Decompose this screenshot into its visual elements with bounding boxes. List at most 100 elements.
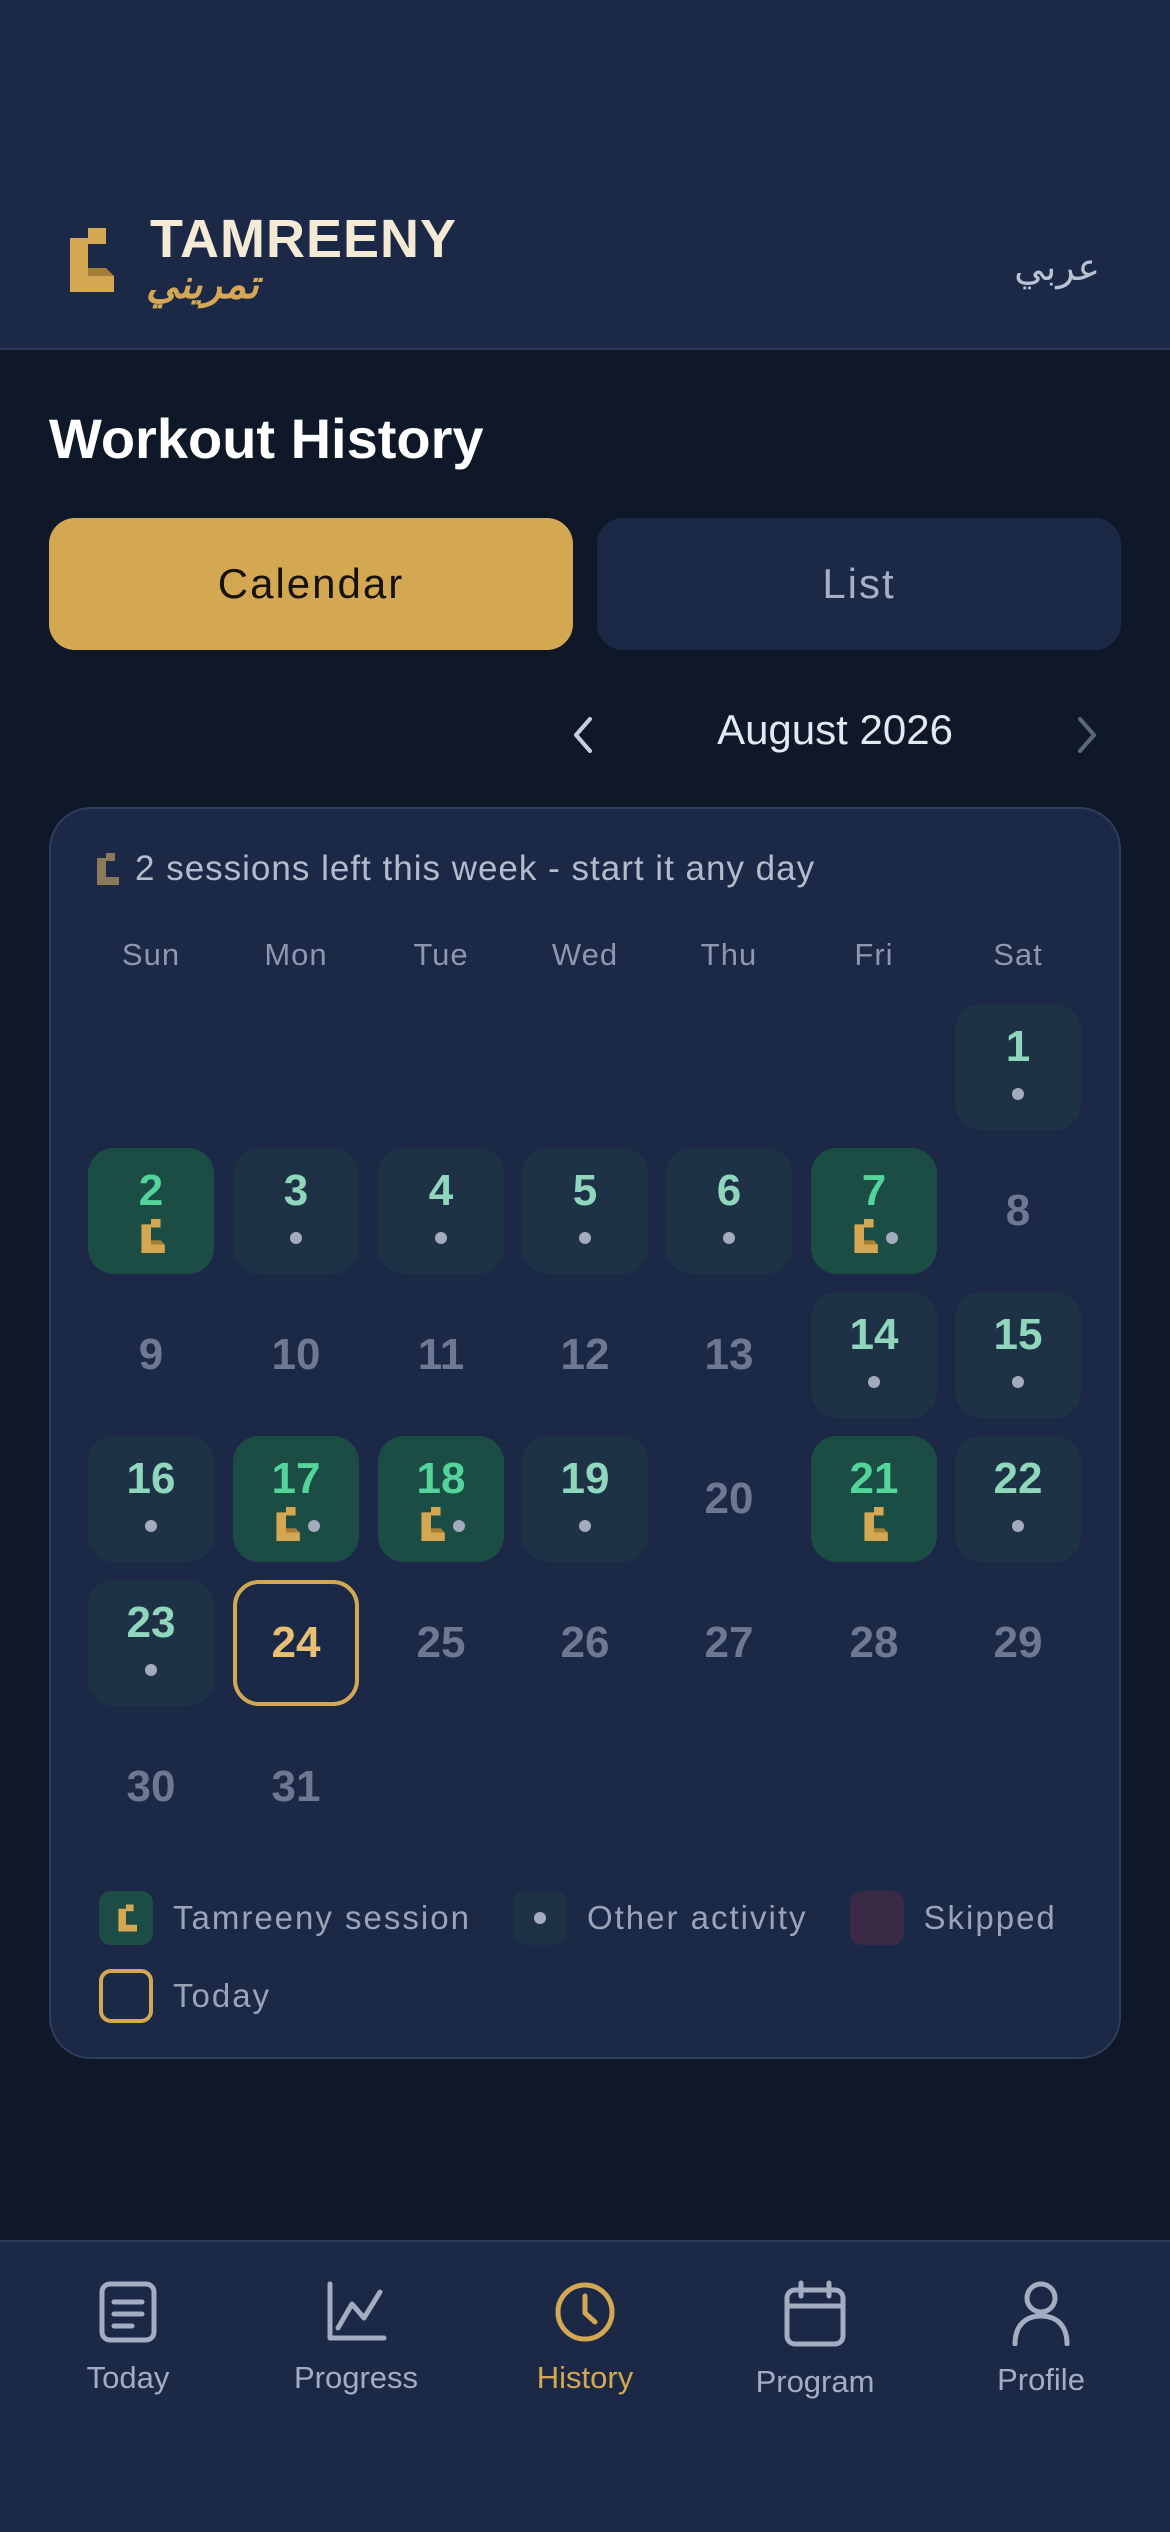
legend-tamreeny-swatch (99, 1891, 153, 1945)
calendar-day[interactable]: 22 (955, 1436, 1081, 1562)
day-number: 10 (271, 1330, 321, 1379)
day-markers (860, 1506, 888, 1541)
calendar-day[interactable]: 16 (88, 1436, 214, 1562)
calendar-day[interactable]: 6 (666, 1148, 792, 1274)
day-number: 23 (126, 1598, 176, 1647)
nav-today[interactable]: Today (28, 2280, 228, 2396)
day-number: 2 (138, 1166, 164, 1215)
calendar-day[interactable]: 4 (378, 1148, 504, 1274)
chevron-left-icon (574, 717, 592, 753)
calendar-day[interactable]: 15 (955, 1292, 1081, 1418)
day-number: 18 (416, 1454, 466, 1503)
day-markers (417, 1506, 465, 1541)
activity-dot (435, 1232, 447, 1244)
day-number: 27 (704, 1618, 754, 1667)
nav-progress[interactable]: Progress (256, 2280, 456, 2396)
weekday-label: Wed (551, 937, 619, 972)
activity-dot (1012, 1088, 1024, 1100)
day-markers (868, 1367, 880, 1397)
calendar-day[interactable]: 28 (811, 1580, 937, 1706)
calendar-day[interactable]: 29 (955, 1580, 1081, 1706)
nav-program[interactable]: Program (715, 2280, 915, 2400)
activity-dot (533, 1912, 546, 1924)
day-markers (1012, 1079, 1024, 1109)
nav-progress-label: Progress (293, 2360, 419, 2395)
language-toggle[interactable]: عربي (1014, 245, 1100, 290)
day-number: 22 (993, 1454, 1043, 1503)
day-number: 5 (572, 1166, 598, 1215)
day-number: 3 (283, 1166, 309, 1215)
day-number: 31 (271, 1762, 321, 1811)
day-number: 19 (560, 1454, 610, 1503)
previous-month-button[interactable] (560, 708, 604, 762)
legend-other-swatch (512, 1891, 567, 1945)
day-markers (579, 1223, 591, 1253)
day-number: 7 (861, 1166, 887, 1215)
calendar-day[interactable]: 18 (378, 1436, 504, 1562)
legend-today-swatch (99, 1969, 153, 2023)
day-number: 17 (271, 1454, 321, 1503)
day-number: 24 (271, 1618, 321, 1667)
activity-dot (308, 1520, 320, 1532)
sessions-note-text: 2 sessions left this week - start it any… (135, 849, 816, 888)
tamreeny-logo-icon (97, 853, 119, 885)
calendar-day[interactable]: 31 (233, 1724, 359, 1850)
nav-today-label: Today (86, 2360, 170, 2395)
calendar-day-today[interactable]: 24 (233, 1580, 359, 1706)
day-number: 16 (126, 1454, 176, 1503)
tamreeny-logo-icon (118, 1904, 137, 1932)
calendar-day[interactable]: 25 (378, 1580, 504, 1706)
calendar-day[interactable]: 5 (522, 1148, 648, 1274)
calendar-day[interactable]: 10 (233, 1292, 359, 1418)
calendar-day[interactable]: 11 (378, 1292, 504, 1418)
calendar-day[interactable]: 3 (233, 1148, 359, 1274)
day-number: 12 (560, 1330, 610, 1379)
calendar-day[interactable]: 21 (811, 1436, 937, 1562)
calendar-day[interactable]: 27 (666, 1580, 792, 1706)
calendar-day[interactable]: 20 (666, 1436, 792, 1562)
activity-dot (290, 1232, 302, 1244)
calendar-day[interactable]: 9 (88, 1292, 214, 1418)
legend-today-label: Today (173, 1977, 272, 2014)
tab-list[interactable]: List (597, 518, 1121, 650)
calendar-day[interactable]: 17 (233, 1436, 359, 1562)
day-number: 15 (993, 1310, 1043, 1359)
calendar-day[interactable]: 23 (88, 1580, 214, 1706)
nav-history-label: History (536, 2360, 634, 2395)
tamreeny-session-icon (850, 1218, 878, 1258)
day-markers (272, 1506, 320, 1541)
calendar-day[interactable]: 26 (522, 1580, 648, 1706)
legend-other-label: Other activity (586, 1899, 808, 1936)
tab-calendar[interactable]: Calendar (49, 518, 573, 650)
app-header: TAMREENY تمريني عربي (0, 0, 1170, 350)
activity-dot (886, 1232, 898, 1244)
sessions-remaining-note: 2 sessions left this week - start it any… (93, 849, 815, 889)
chevron-right-icon (1078, 717, 1096, 753)
nav-history[interactable]: History (485, 2280, 685, 2396)
calendar-day[interactable]: 30 (88, 1724, 214, 1850)
calendar-day[interactable]: 13 (666, 1292, 792, 1418)
day-markers (145, 1511, 157, 1541)
calendar-day[interactable]: 7 (811, 1148, 937, 1274)
day-number: 20 (704, 1474, 754, 1523)
nav-profile[interactable]: Profile (941, 2280, 1141, 2398)
activity-dot (868, 1376, 880, 1388)
calendar-card: 2 sessions left this week - start it any… (49, 807, 1121, 2059)
day-markers (579, 1511, 591, 1541)
calendar-day[interactable]: 14 (811, 1292, 937, 1418)
chart-icon (327, 2281, 387, 2341)
day-markers (145, 1655, 157, 1685)
day-number: 8 (1005, 1186, 1031, 1235)
brand-name-arabic: تمريني (146, 263, 259, 307)
calendar-day[interactable]: 12 (522, 1292, 648, 1418)
calendar-day[interactable]: 1 (955, 1004, 1081, 1130)
calendar-day[interactable]: 2 (88, 1148, 214, 1274)
day-number: 29 (993, 1618, 1043, 1667)
next-month-button[interactable] (1066, 708, 1110, 762)
activity-dot (1012, 1520, 1024, 1532)
calendar-day[interactable]: 8 (955, 1148, 1081, 1274)
tamreeny-session-icon (272, 1506, 300, 1546)
nav-program-label: Program (755, 2364, 875, 2399)
activity-dot (723, 1232, 735, 1244)
calendar-day[interactable]: 19 (522, 1436, 648, 1562)
